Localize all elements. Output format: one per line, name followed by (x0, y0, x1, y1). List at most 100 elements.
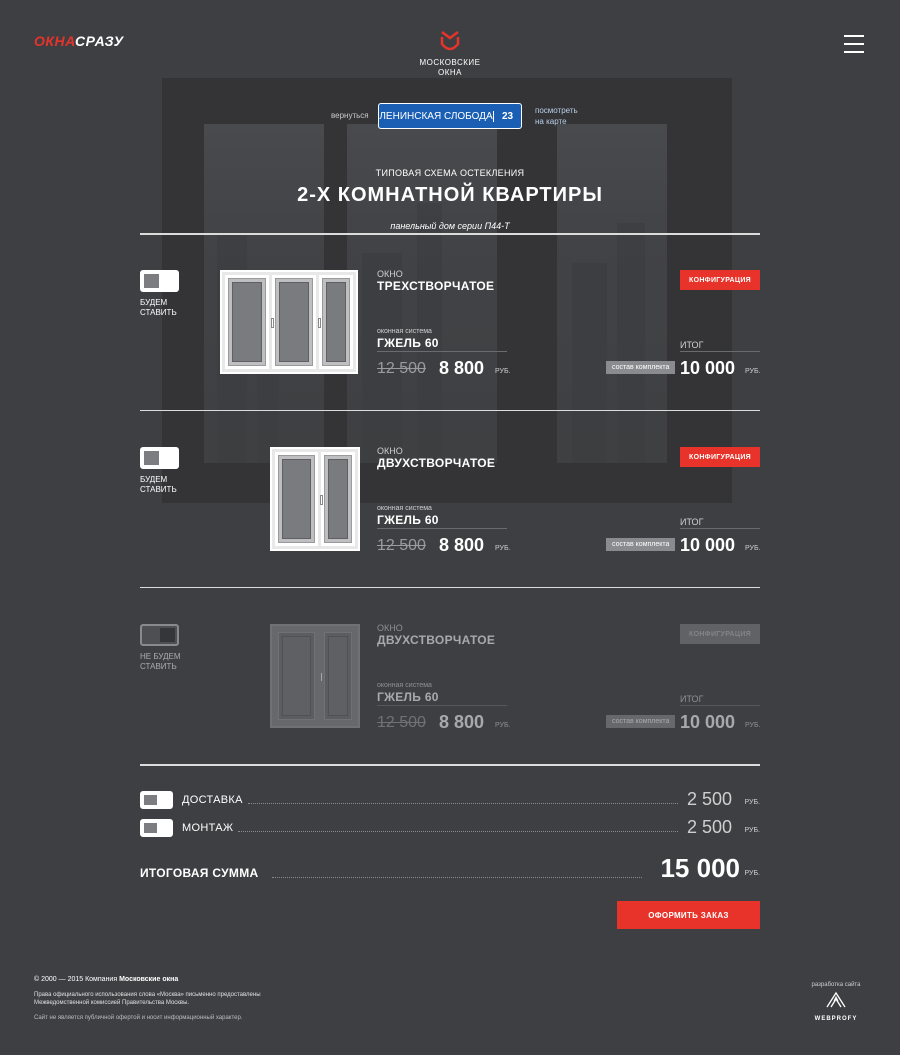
window-image (270, 624, 360, 728)
divider (140, 764, 760, 766)
window-item: БУДЕМ СТАВИТЬ ОКНО ДВУХСТВОРЧАТОЕ КОНФИГ… (140, 446, 761, 617)
window-item-disabled: НЕ БУДЕМ СТАВИТЬ ОКНО ДВУХСТВОРЧАТОЕ КОН… (140, 623, 761, 794)
underline (680, 351, 760, 352)
rights-line2: Межведомственной комиссией Правительства… (34, 1000, 190, 1006)
currency: РУБ. (744, 870, 760, 877)
window-type-label: ОКНО (377, 623, 403, 633)
window-image (220, 270, 358, 374)
mw-logo-line2: ОКНА (438, 68, 462, 77)
rights-notice: Права официального использования слова «… (34, 991, 434, 1007)
developer-label: разработка сайта (811, 982, 861, 988)
place-order-button[interactable]: ОФОРМИТЬ ЗАКАЗ (617, 901, 760, 929)
window-type: ДВУХСТВОРЧАТОЕ (377, 456, 496, 470)
window-type-label: ОКНО (377, 446, 403, 456)
install-toggle[interactable] (140, 270, 179, 292)
install-toggle[interactable] (140, 624, 179, 646)
rights-line1: Права официального использования слова «… (34, 992, 261, 998)
configuration-button[interactable]: КОНФИГУРАЦИЯ (680, 270, 760, 290)
currency: РУБ. (745, 722, 761, 729)
divider (140, 587, 760, 588)
item-total: 10 000 (680, 358, 736, 378)
location-nav: вернуться ЛЕНИНСКАЯ СЛОБОДА 23 посмотрет… (0, 103, 900, 129)
system-label: оконная система (377, 505, 432, 512)
underline (377, 528, 507, 529)
divider (140, 410, 760, 411)
copyright-prefix: © 2000 — 2015 Компания (34, 976, 120, 983)
footer: © 2000 — 2015 Компания Московские окна П… (34, 976, 434, 1021)
grand-total-price: 15 000 (660, 853, 740, 883)
new-price: 8 800 (439, 358, 485, 378)
page-title: 2-Х КОМНАТНОЙ КВАРТИРЫ (297, 184, 603, 206)
currency: РУБ. (744, 827, 760, 834)
district-name: ЛЕНИНСКАЯ СЛОБОДА (379, 110, 493, 122)
install-toggle-label: НЕ БУДЕМ СТАВИТЬ (140, 652, 181, 671)
grand-total-label: ИТОГОВАЯ СУММА (140, 866, 259, 880)
kit-contents-button[interactable]: состав комплекта (606, 715, 676, 728)
installation-label: МОНТАЖ (182, 822, 234, 834)
district-number: 23 (493, 110, 521, 122)
delivery-label: ДОСТАВКА (182, 794, 243, 806)
back-link[interactable]: вернуться (331, 111, 369, 120)
map-link[interactable]: посмотреть на карте (535, 105, 595, 127)
delivery-toggle[interactable] (140, 791, 173, 809)
divider (140, 233, 760, 235)
installation-row: МОНТАЖ 2 500 РУБ. (140, 817, 760, 839)
kit-contents-button[interactable]: состав комплекта (606, 361, 676, 374)
copyright-company: Московские окна (119, 976, 179, 983)
total-label: ИТОГ (680, 694, 704, 704)
currency: РУБ. (495, 545, 511, 552)
window-image (270, 447, 360, 551)
configuration-button[interactable]: КОНФИГУРАЦИЯ (680, 447, 760, 467)
old-price: 12 500 (377, 537, 426, 554)
currency: РУБ. (495, 368, 511, 375)
mw-logo-icon (440, 31, 460, 51)
configuration-button[interactable]: КОНФИГУРАЦИЯ (680, 624, 760, 644)
kit-contents-button[interactable]: состав комплекта (606, 538, 676, 551)
copyright: © 2000 — 2015 Компания Московские окна (34, 976, 434, 983)
district-sign: ЛЕНИНСКАЯ СЛОБОДА 23 (378, 103, 522, 129)
map-link-line2: на карте (535, 117, 567, 126)
system-name: ГЖЕЛЬ 60 (377, 336, 439, 350)
item-total: 10 000 (680, 712, 736, 732)
moscow-windows-logo[interactable]: МОСКОВСКИЕ ОКНА (410, 30, 490, 78)
brand-logo[interactable]: ОКНАСРАЗУ (34, 33, 124, 49)
developer-credit[interactable]: разработка сайта WEBPROFY (806, 982, 866, 1022)
underline (680, 705, 760, 706)
brand-logo-white: СРАЗУ (75, 33, 124, 49)
dotted-leader (248, 803, 678, 804)
currency: РУБ. (744, 799, 760, 806)
currency: РУБ. (495, 722, 511, 729)
house-series: панельный дом серии П44-Т (390, 221, 510, 231)
page-subtitle: ТИПОВАЯ СХЕМА ОСТЕКЛЕНИЯ (375, 168, 525, 178)
webprofy-logo-icon (826, 991, 846, 1008)
total-label: ИТОГ (680, 517, 704, 527)
installation-toggle[interactable] (140, 819, 173, 837)
menu-icon[interactable] (844, 35, 864, 59)
developer-name: WEBPROFY (814, 1016, 858, 1022)
window-type: ТРЕХСТВОРЧАТОЕ (377, 279, 495, 293)
brand-logo-red: ОКНА (34, 33, 76, 49)
delivery-price: 2 500 (686, 789, 732, 809)
install-toggle-label: БУДЕМ СТАВИТЬ (140, 298, 177, 317)
system-name: ГЖЕЛЬ 60 (377, 690, 439, 704)
system-label: оконная система (377, 328, 432, 335)
installation-price: 2 500 (686, 817, 732, 837)
total-label: ИТОГ (680, 340, 704, 350)
install-toggle[interactable] (140, 447, 179, 469)
currency: РУБ. (745, 368, 761, 375)
map-link-line1: посмотреть (535, 106, 578, 115)
window-type: ДВУХСТВОРЧАТОЕ (377, 633, 496, 647)
window-item: БУДЕМ СТАВИТЬ ОКНО ТРЕХСТВОРЧАТОЕ КОНФИГ… (140, 269, 761, 440)
old-price: 12 500 (377, 360, 426, 377)
item-total: 10 000 (680, 535, 736, 555)
page-title-block: ТИПОВАЯ СХЕМА ОСТЕКЛЕНИЯ 2-Х КОМНАТНОЙ К… (0, 168, 900, 231)
new-price: 8 800 (439, 712, 485, 732)
system-name: ГЖЕЛЬ 60 (377, 513, 439, 527)
underline (377, 705, 507, 706)
currency: РУБ. (745, 545, 761, 552)
offer-disclaimer: Сайт не является публичной офертой и нос… (34, 1015, 243, 1021)
dotted-leader (272, 877, 642, 878)
window-type-label: ОКНО (377, 269, 403, 279)
dotted-leader (238, 831, 678, 832)
new-price: 8 800 (439, 535, 485, 555)
